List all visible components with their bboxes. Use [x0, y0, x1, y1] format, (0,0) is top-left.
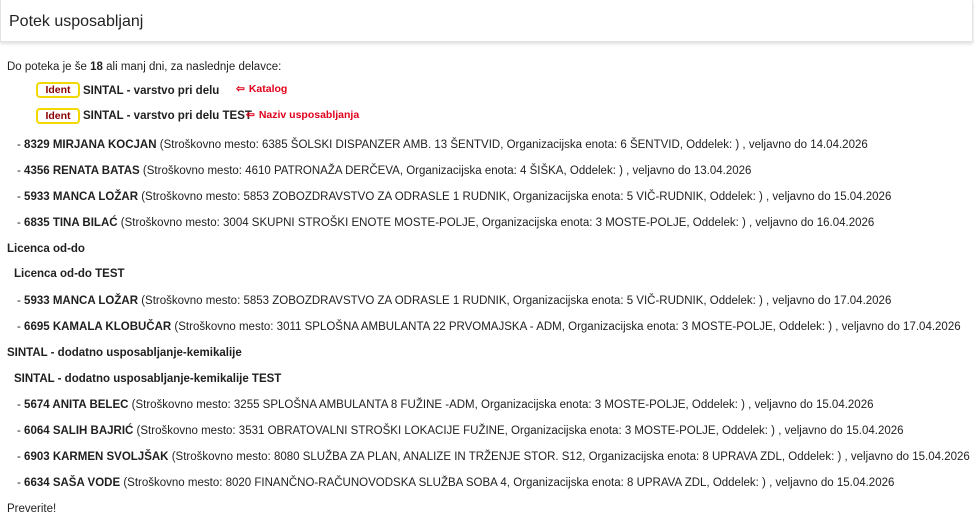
footer-text: Preverite!: [7, 503, 57, 515]
employee-name: 6835 TINA BILAĆ: [24, 217, 118, 229]
employee-details: (Stroškovno mesto: 8080 SLUŽBA ZA PLAN, …: [171, 451, 970, 463]
arrow-left-icon: ⇦: [236, 83, 245, 95]
employee-details: (Stroškovno mesto: 8020 FINANČNO-RAČUNOV…: [123, 477, 895, 489]
page-title: Potek usposabljanj: [9, 13, 144, 30]
employee-name: 6064 SALIH BAJRIĆ: [24, 425, 134, 437]
employee-name: 5933 MANCA LOŽAR: [24, 295, 138, 307]
employee-details: (Stroškovno mesto: 5853 ZOBOZDRAVSTVO ZA…: [141, 191, 892, 203]
employee-details: (Stroškovno mesto: 6385 ŠOLSKI DISPANZER…: [159, 139, 868, 151]
page-header: Potek usposabljanj: [0, 0, 973, 42]
employee-name: 5933 MANCA LOŽAR: [24, 191, 138, 203]
employee-name: 8329 MIRJANA KOCJAN: [24, 139, 157, 151]
catalog-name: SINTAL - varstvo pri delu: [83, 85, 220, 97]
list-item: - 6064 SALIH BAJRIĆ (Stroškovno mesto: 3…: [17, 425, 904, 437]
intro-prefix: Do poteka je še: [7, 61, 87, 73]
group-catalog-name: Licenca od-do: [7, 243, 85, 255]
intro-days: 18: [90, 61, 103, 73]
list-item: - 5933 MANCA LOŽAR (Stroškovno mesto: 58…: [17, 191, 892, 203]
intro-suffix: ali manj dni, za naslednje delavce:: [106, 61, 282, 73]
employee-details: (Stroškovno mesto: 4610 PATRONAŽA DERČEV…: [142, 165, 752, 177]
annotation-training-label: Naziv usposabljanja: [258, 109, 360, 121]
employee-name: 4356 RENATA BATAS: [24, 165, 140, 177]
list-item: - 6634 SAŠA VODE (Stroškovno mesto: 8020…: [17, 477, 895, 489]
employee-details: (Stroškovno mesto: 5853 ZOBOZDRAVSTVO ZA…: [141, 295, 892, 307]
annotation-training: ⇦ Naziv usposabljanja: [246, 109, 359, 121]
ident-badge: Ident: [36, 82, 80, 98]
employee-name: 5674 ANITA BELEC: [24, 399, 129, 411]
group-training-name: Licenca od-do TEST: [14, 268, 125, 280]
employee-name: 6695 KAMALA KLOBUČAR: [24, 321, 172, 333]
list-item: - 5933 MANCA LOŽAR (Stroškovno mesto: 58…: [17, 295, 892, 307]
group-training-name: SINTAL - dodatno usposabljanje-kemikalij…: [14, 373, 282, 385]
employee-name: 6634 SAŠA VODE: [24, 477, 121, 489]
employee-details: (Stroškovno mesto: 3255 SPLOŠNA AMBULANT…: [131, 399, 874, 411]
annotation-catalog-label: Katalog: [248, 83, 288, 95]
list-item: - 6903 KARMEN SVOLJŠAK (Stroškovno mesto…: [17, 451, 970, 463]
arrow-left-icon: ⇦: [246, 109, 255, 121]
list-item: - 6835 TINA BILAĆ (Stroškovno mesto: 300…: [17, 217, 875, 229]
employee-name: 6903 KARMEN SVOLJŠAK: [24, 451, 169, 463]
list-item: - 8329 MIRJANA KOCJAN (Stroškovno mesto:…: [17, 139, 868, 151]
annotation-catalog: ⇦ Katalog: [236, 83, 287, 95]
list-item: - 4356 RENATA BATAS (Stroškovno mesto: 4…: [17, 165, 752, 177]
training-name: SINTAL - varstvo pri delu TEST: [83, 110, 252, 122]
ident-badge: Ident: [36, 108, 80, 124]
employee-details: (Stroškovno mesto: 3011 SPLOŠNA AMBULANT…: [174, 321, 961, 333]
intro-text: Do poteka je še 18 ali manj dni, za nasl…: [7, 61, 281, 73]
list-item: - 5674 ANITA BELEC (Stroškovno mesto: 32…: [17, 399, 874, 411]
employee-details: (Stroškovno mesto: 3004 SKUPNI STROŠKI E…: [120, 217, 875, 229]
list-item: - 6695 KAMALA KLOBUČAR (Stroškovno mesto…: [17, 321, 961, 333]
employee-details: (Stroškovno mesto: 3531 OBRATOVALNI STRO…: [136, 425, 904, 437]
group-catalog-name: SINTAL - dodatno usposabljanje-kemikalij…: [7, 347, 242, 359]
